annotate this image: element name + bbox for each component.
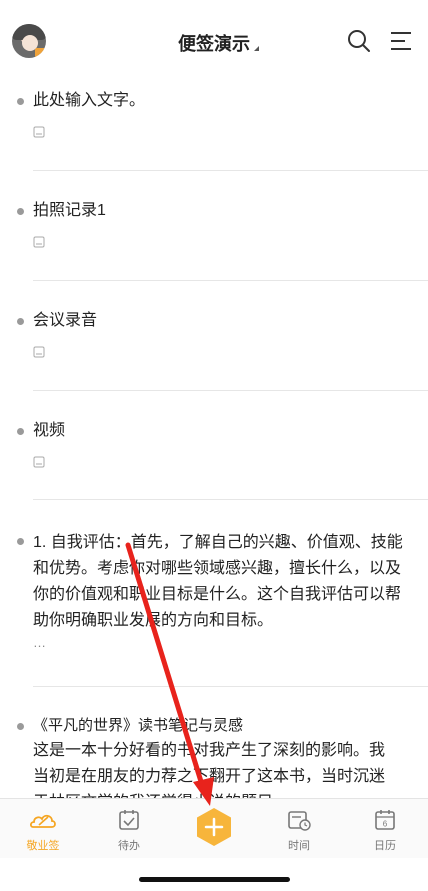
note-bullet (17, 538, 24, 545)
note-text: 拍照记录1 (33, 202, 106, 219)
divider (33, 499, 428, 500)
tab-label: 待办 (118, 840, 140, 852)
note-line: 当初是在朋友的力荐之下翻开了这本书，当时沉迷 (33, 768, 386, 785)
note-text: 会议录音 (33, 312, 98, 329)
note-list[interactable]: 此处输入文字。 拍照记录1 会议录音 视频 1. 自我评估：首先，了解自己的兴趣… (0, 82, 428, 798)
calendar-clock-icon (288, 811, 311, 831)
cloud-pen-icon (29, 814, 56, 828)
title-dropdown-icon[interactable] (254, 46, 259, 51)
tab-label: 敬业签 (26, 840, 60, 852)
note-item[interactable]: 会议录音 (0, 308, 428, 363)
calendar-icon: 6 (375, 810, 395, 830)
divider (33, 170, 428, 171)
attachment-icon (33, 236, 45, 248)
note-text: 此处输入文字。 (33, 92, 146, 109)
tab-time[interactable]: 时间 (256, 799, 342, 859)
note-item[interactable]: 《平凡的世界》读书笔记与灵感 这是一本十分好看的书对我产生了深刻的影响。我 当初… (0, 714, 428, 798)
note-item[interactable]: 视频 (0, 418, 428, 473)
note-bullet (17, 318, 24, 325)
note-item[interactable]: 拍照记录1 (0, 198, 428, 253)
note-ellipsis: … (33, 635, 46, 650)
note-item[interactable]: 此处输入文字。 (0, 88, 428, 143)
note-bullet (17, 723, 24, 730)
menu-icon[interactable] (389, 30, 413, 52)
divider (33, 280, 428, 281)
note-text: 1. 自我评估：首先，了解自己的兴趣、价值观、技能和优势。考虑你对哪些领域感兴趣… (33, 534, 403, 629)
add-note-button[interactable] (195, 807, 233, 847)
attachment-icon (33, 346, 45, 358)
header-bar: 便签演示 (0, 0, 428, 82)
note-bullet (17, 98, 24, 105)
search-icon[interactable] (346, 28, 372, 54)
note-text: 视频 (33, 422, 66, 439)
tab-calendar[interactable]: 6 日历 (342, 799, 428, 859)
note-line: 这是一本十分好看的书对我产生了深刻的影响。我 (33, 742, 386, 759)
home-indicator (139, 877, 290, 882)
note-bullet (17, 208, 24, 215)
note-bullet (17, 428, 24, 435)
tab-label: 时间 (288, 840, 310, 852)
attachment-icon (33, 126, 45, 138)
attachment-icon (33, 456, 45, 468)
todo-check-icon (119, 810, 139, 830)
note-line: 于林区文学的我还觉得小说的题目 (33, 790, 408, 798)
tab-jingyeqian[interactable]: 敬业签 (0, 799, 86, 859)
note-item[interactable]: 1. 自我评估：首先，了解自己的兴趣、价值观、技能和优势。考虑你对哪些领域感兴趣… (0, 530, 420, 652)
divider (33, 686, 428, 687)
tab-todo[interactable]: 待办 (86, 799, 172, 859)
note-title: 《平凡的世界》读书笔记与灵感 (33, 717, 244, 734)
calendar-day-number: 6 (383, 820, 388, 829)
tab-label: 日历 (374, 840, 396, 852)
divider (33, 390, 428, 391)
